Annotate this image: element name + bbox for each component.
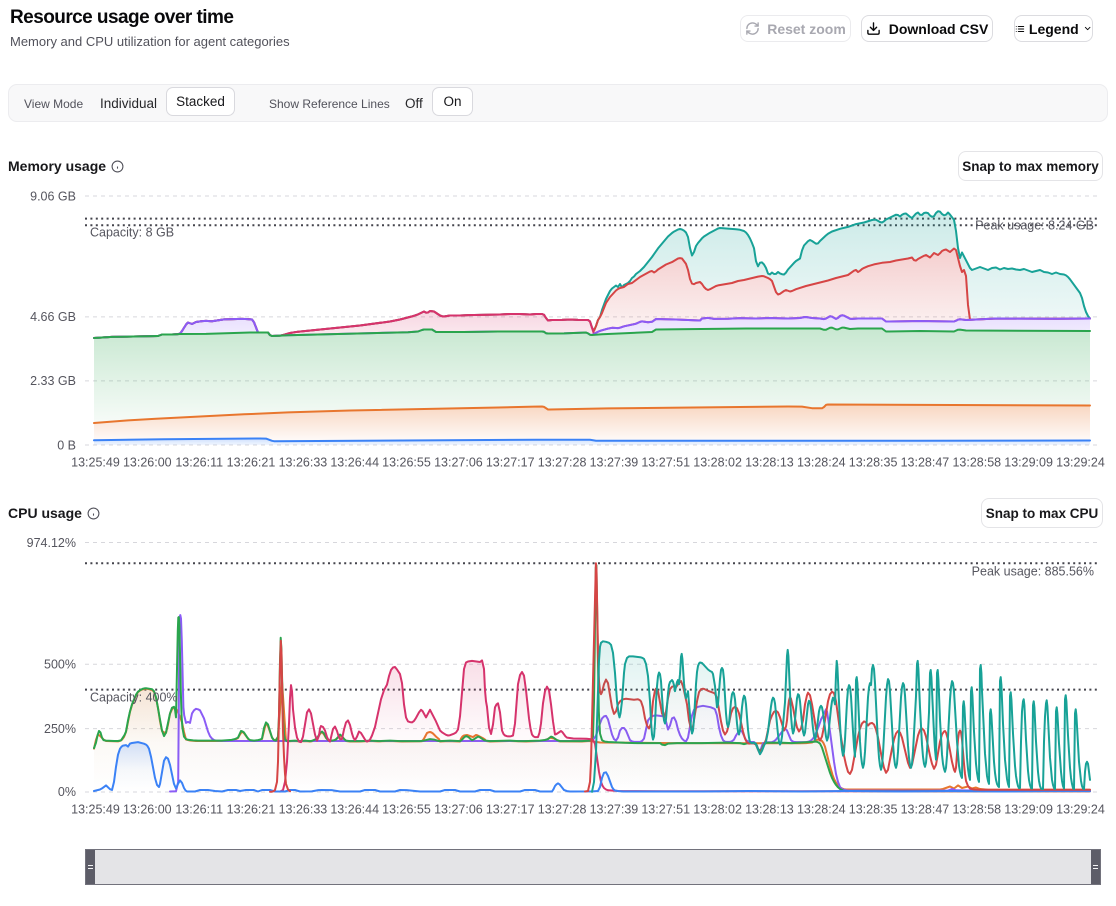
svg-text:13:26:44: 13:26:44: [330, 803, 379, 817]
svg-text:13:27:17: 13:27:17: [486, 456, 535, 470]
svg-text:13:28:47: 13:28:47: [901, 803, 950, 817]
svg-text:13:28:35: 13:28:35: [849, 803, 898, 817]
svg-text:13:28:58: 13:28:58: [952, 803, 1001, 817]
svg-text:13:27:06: 13:27:06: [434, 803, 483, 817]
svg-text:13:27:51: 13:27:51: [641, 803, 690, 817]
svg-text:Peak usage: 8.24 GB: Peak usage: 8.24 GB: [975, 219, 1094, 233]
svg-text:13:28:24: 13:28:24: [797, 803, 846, 817]
svg-text:13:26:33: 13:26:33: [279, 456, 328, 470]
svg-text:13:26:00: 13:26:00: [123, 456, 172, 470]
svg-text:250%: 250%: [44, 722, 76, 736]
svg-text:13:26:11: 13:26:11: [175, 803, 223, 817]
svg-text:13:28:47: 13:28:47: [901, 456, 950, 470]
svg-text:13:29:09: 13:29:09: [1004, 456, 1053, 470]
svg-text:Peak usage: 885.56%: Peak usage: 885.56%: [972, 565, 1094, 579]
svg-text:13:26:33: 13:26:33: [279, 803, 328, 817]
svg-text:Capacity: 400%: Capacity: 400%: [90, 691, 178, 705]
svg-text:13:25:49: 13:25:49: [71, 803, 120, 817]
svg-text:13:25:49: 13:25:49: [71, 456, 120, 470]
svg-text:13:29:09: 13:29:09: [1004, 803, 1053, 817]
svg-text:13:28:24: 13:28:24: [797, 456, 846, 470]
svg-text:13:27:28: 13:27:28: [538, 803, 587, 817]
svg-text:13:28:13: 13:28:13: [745, 456, 794, 470]
svg-text:13:28:02: 13:28:02: [693, 803, 742, 817]
svg-text:13:26:55: 13:26:55: [382, 803, 431, 817]
svg-text:13:27:39: 13:27:39: [590, 803, 639, 817]
svg-text:13:28:02: 13:28:02: [693, 456, 742, 470]
svg-text:13:26:21: 13:26:21: [227, 803, 276, 817]
svg-text:13:27:51: 13:27:51: [641, 456, 690, 470]
svg-text:13:26:44: 13:26:44: [330, 456, 379, 470]
svg-text:13:27:17: 13:27:17: [486, 803, 535, 817]
svg-text:13:29:24: 13:29:24: [1056, 803, 1105, 817]
svg-text:13:26:55: 13:26:55: [382, 456, 431, 470]
svg-text:0%: 0%: [58, 785, 76, 799]
svg-text:13:27:06: 13:27:06: [434, 456, 483, 470]
svg-text:500%: 500%: [44, 657, 76, 671]
svg-text:13:29:24: 13:29:24: [1056, 456, 1105, 470]
svg-text:13:27:28: 13:27:28: [538, 456, 587, 470]
svg-text:2.33 GB: 2.33 GB: [30, 374, 76, 388]
svg-text:Capacity: 8 GB: Capacity: 8 GB: [90, 226, 174, 240]
svg-text:13:28:35: 13:28:35: [849, 456, 898, 470]
svg-text:13:28:58: 13:28:58: [952, 456, 1001, 470]
svg-text:0 B: 0 B: [57, 438, 76, 452]
svg-text:13:26:00: 13:26:00: [123, 803, 172, 817]
svg-text:13:27:39: 13:27:39: [590, 456, 639, 470]
svg-text:974.12%: 974.12%: [27, 536, 76, 550]
svg-text:13:26:11: 13:26:11: [175, 456, 223, 470]
svg-text:13:26:21: 13:26:21: [227, 456, 276, 470]
svg-text:13:28:13: 13:28:13: [745, 803, 794, 817]
svg-text:4.66 GB: 4.66 GB: [30, 310, 76, 324]
svg-text:9.06 GB: 9.06 GB: [30, 189, 76, 203]
